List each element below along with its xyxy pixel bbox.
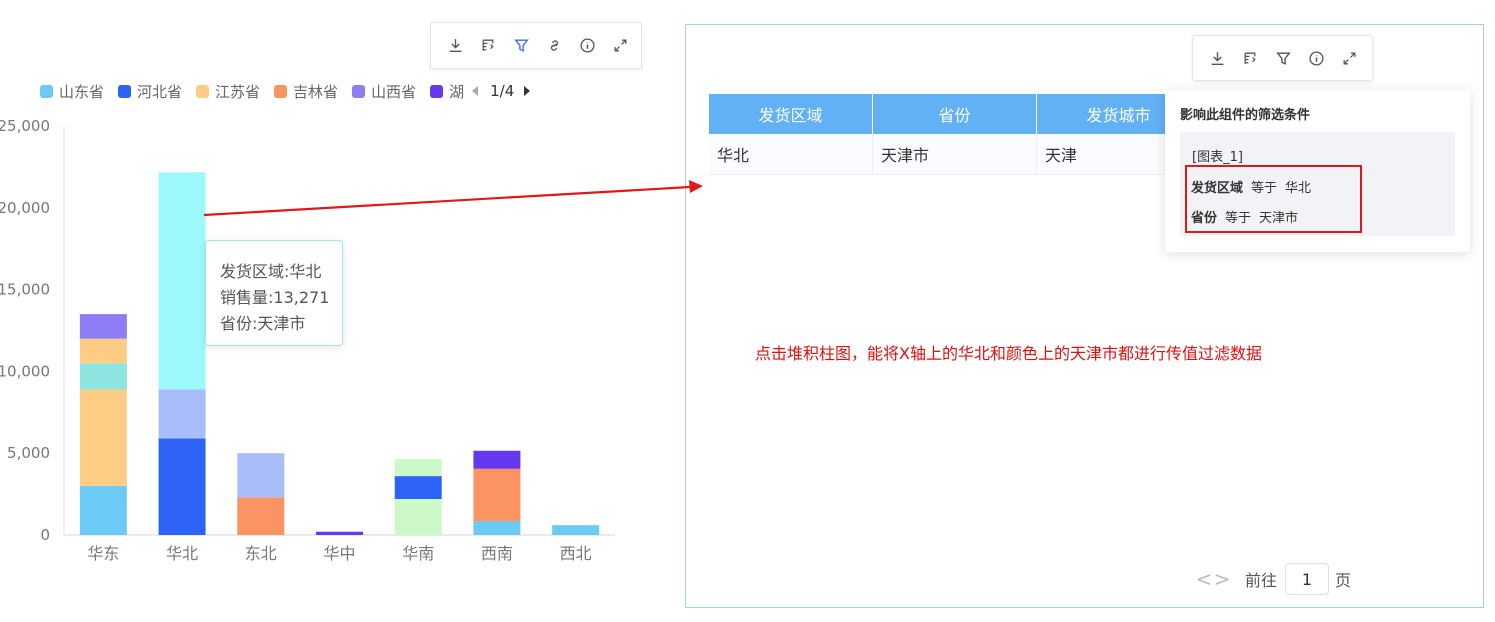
x-tick-label: 华北 [166,544,198,563]
page-suffix: 页 [1335,571,1352,590]
legend-item[interactable]: 湖 [430,81,464,102]
bar-segment [394,499,442,535]
tooltip-region: 发货区域:华北 [220,262,322,281]
chart-tooltip: 发货区域:华北 销售量:13,271 省份:天津市 [205,240,343,346]
download-icon[interactable] [1201,43,1234,73]
table-cell: 华北 [709,134,873,175]
x-tick-label: 西北 [560,544,592,563]
legend-label: 湖 [449,82,465,101]
bar-segment [394,458,442,477]
legend-item[interactable]: 吉林省 [274,81,338,102]
legend-label: 江苏省 [215,82,261,101]
next-page-button[interactable]: > [1213,567,1231,591]
x-tick-label: 华南 [402,544,434,563]
legend-item[interactable]: 江苏省 [196,81,260,102]
y-tick-label: 5,000 [7,444,50,462]
bar-segment [552,525,600,535]
legend-swatch [196,84,210,98]
bar-segment [473,468,521,522]
bar-segment [473,521,521,535]
info-icon[interactable] [571,31,604,61]
table-row[interactable]: 华北 天津市 天津 [709,134,1201,175]
table-toolbar [1192,35,1373,81]
bar-segment [158,438,206,535]
bar-segment [316,531,363,535]
filter-icon[interactable] [1267,43,1300,73]
legend-swatch [430,84,444,98]
legend-item[interactable]: 山西省 [352,81,416,102]
legend-swatch [118,84,132,98]
annotation-note: 点击堆积柱图，能将X轴上的华北和颜色上的天津市都进行传值过滤数据 [755,344,1262,363]
tooltip-sales: 销售量:13,271 [220,288,330,307]
expand-icon[interactable] [1333,43,1366,73]
data-view-icon[interactable] [1234,43,1267,73]
bar-segment [79,485,127,535]
column-header[interactable]: 发货区域 [709,94,873,134]
column-header[interactable]: 省份 [872,94,1037,134]
info-icon[interactable] [1300,43,1333,73]
filter-source-chart: [图表_1] [1192,150,1243,165]
x-tick-label: 华东 [87,544,119,563]
x-tick-label: 西南 [481,544,513,563]
legend-label: 山西省 [371,82,417,101]
legend-swatch [352,84,366,98]
table-header-row: 发货区域 省份 发货城市 [709,94,1201,134]
y-tick-label: 10,000 [0,362,50,380]
legend-swatch [274,84,288,98]
bar-segment [79,338,127,364]
legend-prev-icon[interactable] [472,86,479,96]
pagination: < > 前往 页 [1195,562,1351,596]
tooltip-province: 省份:天津市 [220,314,306,333]
legend-label: 吉林省 [293,82,339,101]
y-tick-label: 20,000 [0,199,50,217]
bar-segment [158,389,206,439]
y-tick-label: 15,000 [0,281,50,299]
y-tick-label: 25,000 [0,117,50,135]
legend-item[interactable]: 河北省 [118,81,182,102]
chart-toolbar [430,22,642,69]
y-tick-label: 0 [40,526,50,544]
bar-segment [79,389,127,486]
data-view-icon[interactable] [472,31,505,61]
link-icon[interactable] [538,31,571,61]
goto-label: 前往 [1245,571,1278,590]
legend-swatch [40,84,53,98]
filter-icon[interactable] [505,31,538,61]
chart-legend: 山东省 河北省 江苏省 吉林省 山西省 湖 1/4 [40,80,531,102]
bar-segment [237,453,285,498]
bar-segment [79,314,127,339]
legend-label: 河北省 [137,82,183,101]
filter-popup-title: 影响此组件的筛选条件 [1180,108,1311,123]
legend-next-icon[interactable] [524,86,531,96]
page-number-input[interactable] [1285,563,1330,595]
legend-item[interactable]: 山东省 [40,81,104,102]
expand-icon[interactable] [604,31,637,61]
x-tick-label: 华中 [323,544,355,563]
legend-label: 山东省 [59,82,105,101]
bar-segment [158,172,206,390]
table-cell: 天津市 [872,134,1037,175]
bar-segment [394,476,442,500]
data-table: 发货区域 省份 发货城市 华北 天津市 天津 [709,94,1201,175]
x-tick-label: 东北 [245,544,277,563]
bar-segment [473,450,521,469]
bar-segment [79,363,127,390]
highlight-box [1185,165,1362,233]
bar-segment [237,497,285,535]
download-icon[interactable] [439,31,472,61]
legend-page-indicator: 1/4 [490,82,515,100]
prev-page-button[interactable]: < [1195,567,1213,591]
legend-pager: 1/4 [468,82,531,100]
